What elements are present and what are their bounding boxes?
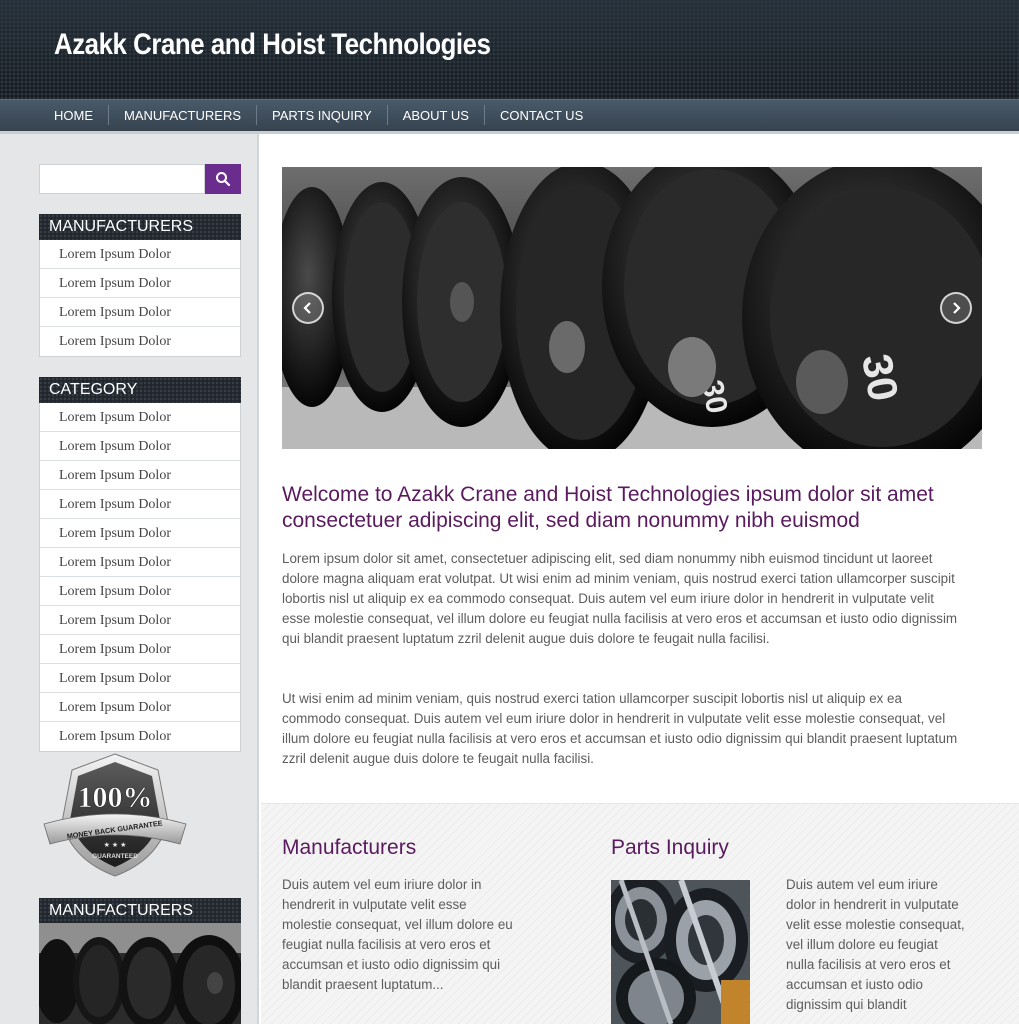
manufacturer-item[interactable]: Lorem Ipsum Dolor: [40, 269, 240, 298]
chevron-left-icon: [303, 302, 311, 314]
category-box-title: CATEGORY: [39, 377, 241, 403]
badge-stars: ★ ★ ★: [104, 841, 127, 849]
category-item[interactable]: Lorem Ipsum Dolor: [40, 664, 240, 693]
category-item[interactable]: Lorem Ipsum Dolor: [40, 722, 240, 751]
manufacturers-box2-title: MANUFACTURERS: [39, 898, 241, 924]
main-nav: HOME MANUFACTURERS PARTS INQUIRY ABOUT U…: [0, 99, 1019, 131]
category-item[interactable]: Lorem Ipsum Dolor: [40, 577, 240, 606]
category-item[interactable]: Lorem Ipsum Dolor: [40, 432, 240, 461]
slider-next-button[interactable]: [940, 292, 972, 324]
category-item[interactable]: Lorem Ipsum Dolor: [40, 461, 240, 490]
search-icon: [216, 172, 231, 187]
manufacturers-photo[interactable]: [39, 923, 241, 1024]
manufacturers-text: Duis autem vel eum iriure dolor in hendr…: [282, 877, 513, 992]
slider-prev-button[interactable]: [292, 292, 324, 324]
nav-item-about-us[interactable]: ABOUT US: [388, 105, 485, 125]
search-input[interactable]: [39, 164, 205, 194]
category-item[interactable]: Lorem Ipsum Dolor: [40, 693, 240, 722]
second-paragraph: Ut wisi enim ad minim veniam, quis nostr…: [282, 691, 958, 766]
manufacturers-heading[interactable]: Manufacturers: [282, 836, 416, 860]
intro-paragraph: Lorem ipsum dolor sit amet, consectetuer…: [282, 551, 958, 646]
dumbbell-image: [39, 923, 241, 1024]
parts-photo[interactable]: [611, 880, 750, 1024]
category-item[interactable]: Lorem Ipsum Dolor: [40, 606, 240, 635]
badge-line2: GUARANTEED: [92, 853, 138, 860]
manufacturer-item[interactable]: Lorem Ipsum Dolor: [40, 298, 240, 327]
chevron-right-icon: [953, 302, 961, 314]
site-title[interactable]: Azakk Crane and Hoist Technologies: [54, 28, 491, 62]
nav-item-contact-us[interactable]: CONTACT US: [485, 105, 598, 125]
nav-item-home[interactable]: HOME: [39, 105, 109, 125]
manufacturer-item[interactable]: Lorem Ipsum Dolor: [40, 327, 240, 356]
category-item[interactable]: Lorem Ipsum Dolor: [40, 635, 240, 664]
category-list: Lorem Ipsum Dolor Lorem Ipsum Dolor Lore…: [39, 403, 241, 752]
category-item[interactable]: Lorem Ipsum Dolor: [40, 490, 240, 519]
hero-dumbbell-image: 30 30: [282, 167, 982, 449]
nav-item-parts-inquiry[interactable]: PARTS INQUIRY: [257, 105, 388, 125]
category-item[interactable]: Lorem Ipsum Dolor: [40, 403, 240, 432]
sidebar: MANUFACTURERS Lorem Ipsum Dolor Lorem Ip…: [0, 134, 259, 1024]
money-back-guarantee-badge: 100% MONEY BACK GUARANTEE ★ ★ ★ GUARANTE…: [43, 753, 187, 877]
search-button[interactable]: [205, 164, 241, 194]
manufacturers-box-title: MANUFACTURERS: [39, 214, 241, 240]
hero-slider[interactable]: 30 30: [282, 167, 982, 449]
category-item[interactable]: Lorem Ipsum Dolor: [40, 519, 240, 548]
parts-inquiry-heading[interactable]: Parts Inquiry: [611, 836, 729, 860]
welcome-heading: Welcome to Azakk Crane and Hoist Technol…: [282, 483, 934, 532]
manufacturer-item[interactable]: Lorem Ipsum Dolor: [40, 240, 240, 269]
category-item[interactable]: Lorem Ipsum Dolor: [40, 548, 240, 577]
plate-number: 30: [853, 350, 907, 404]
site-header: Azakk Crane and Hoist Technologies: [0, 0, 1019, 99]
parts-inquiry-text: Duis autem vel eum iriure dolor in hendr…: [786, 877, 965, 1012]
manufacturers-list: Lorem Ipsum Dolor Lorem Ipsum Dolor Lore…: [39, 240, 241, 357]
equipment-image: [611, 880, 750, 1024]
badge-percent: 100%: [78, 781, 153, 814]
nav-item-manufacturers[interactable]: MANUFACTURERS: [109, 105, 258, 125]
